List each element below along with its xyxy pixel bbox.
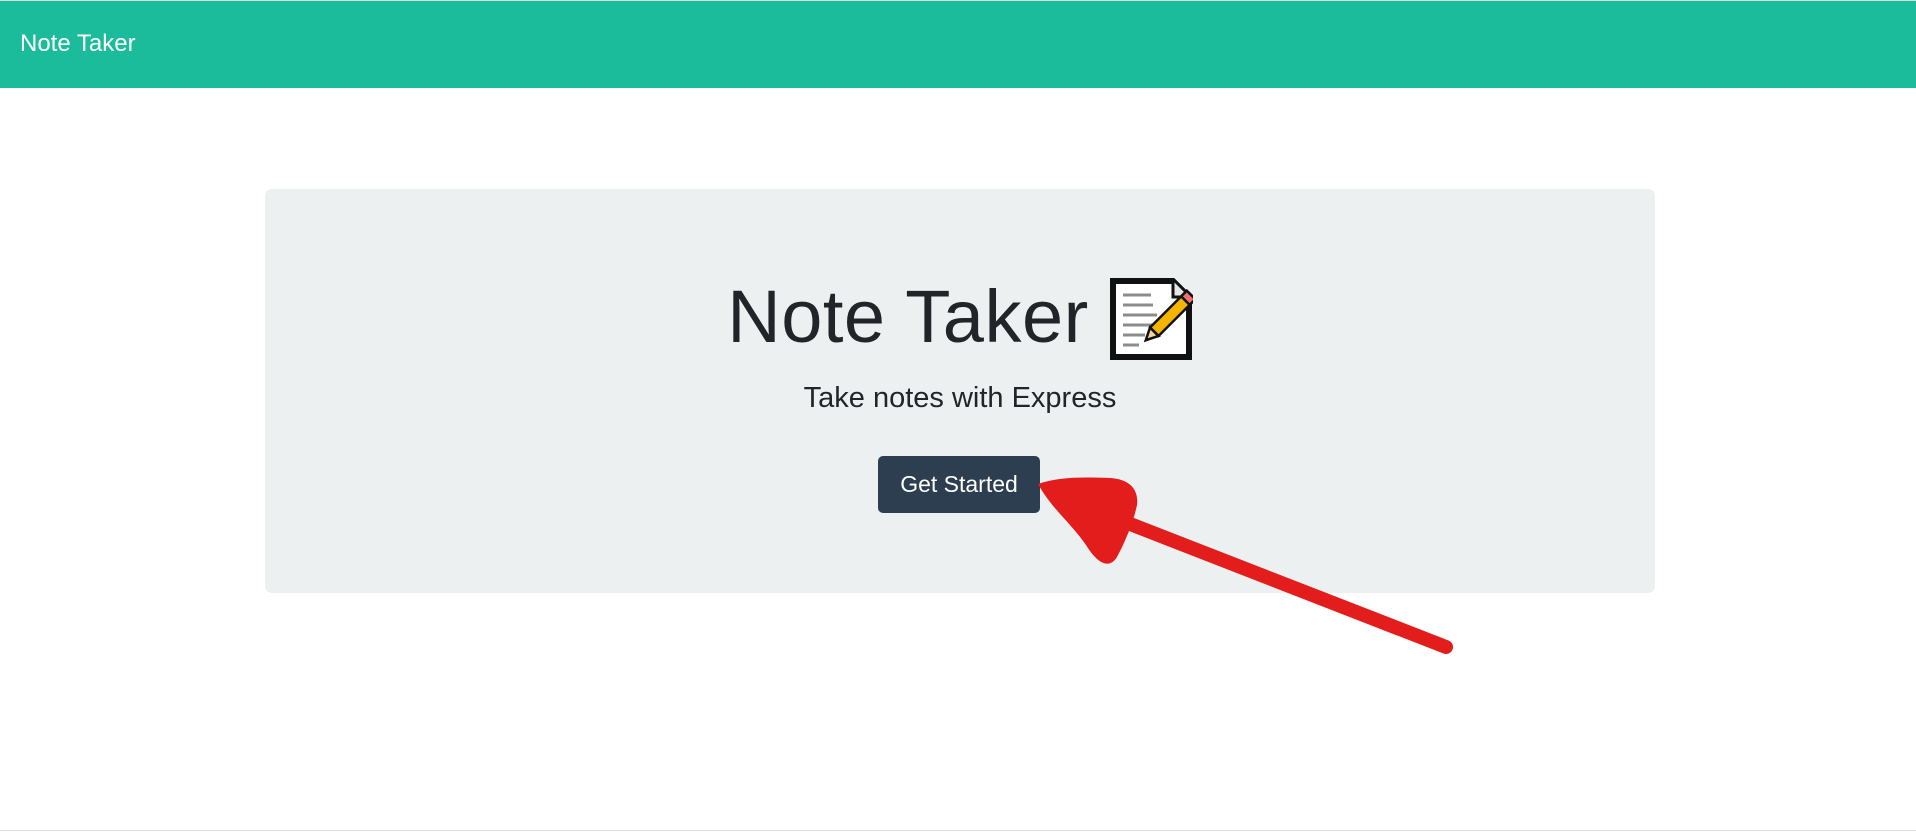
- top-navbar: Note Taker: [0, 0, 1916, 88]
- hero-jumbotron: Note Taker Take notes with Express Get S…: [265, 189, 1655, 593]
- hero-title-row: Note Taker: [265, 269, 1655, 365]
- page-title: Note Taker: [727, 275, 1089, 358]
- hero-subtitle: Take notes with Express: [803, 382, 1117, 414]
- notepad-pencil-icon: [1109, 277, 1197, 361]
- footer-divider: [0, 830, 1916, 831]
- get-started-button[interactable]: Get Started: [878, 456, 1040, 513]
- navbar-brand-link[interactable]: Note Taker: [20, 30, 136, 58]
